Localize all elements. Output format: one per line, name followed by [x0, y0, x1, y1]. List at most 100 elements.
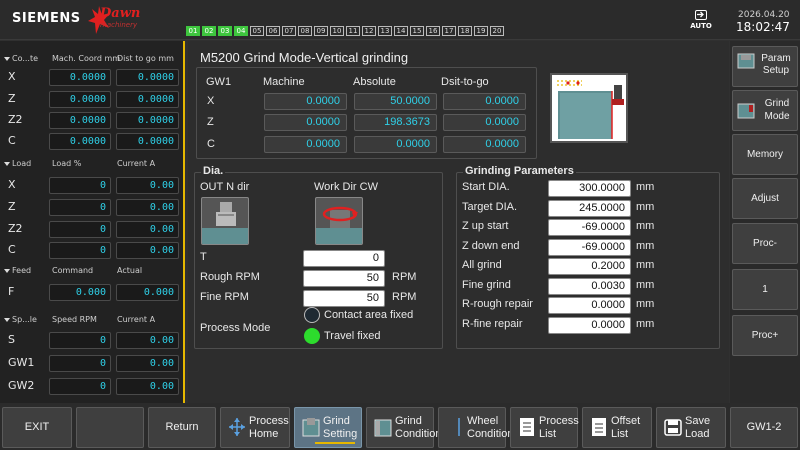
pos-dtg-value: 0.0000: [443, 136, 526, 153]
pos-machine-value: 0.0000: [264, 93, 347, 110]
logo-sub: machinery: [100, 21, 138, 29]
param-setup-button[interactable]: Param Setup: [732, 46, 798, 87]
grind-param-input[interactable]: 245.0000: [548, 199, 631, 217]
pos-absolute-value: 50.0000: [354, 93, 437, 110]
save-load-button[interactable]: Save Load: [656, 407, 726, 448]
exit-button[interactable]: EXIT: [2, 407, 72, 448]
return-button[interactable]: Return: [148, 407, 216, 448]
channel-indicator: 20: [490, 26, 504, 36]
t-input[interactable]: 0: [303, 250, 385, 267]
channel-indicator: 10: [330, 26, 344, 36]
grind-param-unit: mm: [636, 317, 655, 330]
save-icon: [664, 419, 682, 436]
coord-axis-label: C: [8, 134, 16, 147]
contact-area-radio[interactable]: [304, 307, 320, 323]
spindle-group-title[interactable]: Sp...le: [4, 315, 37, 324]
proc-next-button[interactable]: Proc+: [732, 315, 798, 356]
work-dir-button[interactable]: [315, 197, 363, 245]
fine-rpm-unit: RPM: [392, 291, 417, 303]
pos-axis-label: X: [207, 95, 215, 107]
exit-label: EXIT: [24, 421, 50, 433]
grind-param-unit: mm: [636, 239, 655, 252]
feed-value: 0.000: [116, 284, 179, 301]
fine-rpm-input[interactable]: 50: [303, 290, 385, 307]
siemens-logo: SIEMENS: [12, 11, 81, 26]
grind-condition-label: Grind Condition: [395, 415, 442, 440]
grind-mode-button[interactable]: Grind Mode: [732, 90, 798, 131]
load-value: 0.00: [116, 177, 179, 194]
grind-param-input[interactable]: 0.0030: [548, 277, 631, 295]
gw-toggle-button[interactable]: GW1-2: [730, 407, 798, 448]
memory-button[interactable]: Memory: [732, 134, 798, 175]
grind-param-unit: mm: [636, 200, 655, 213]
grind-param-label: Z down end: [462, 239, 520, 252]
pos-col-dtg: Dsit-to-go: [441, 76, 489, 88]
grind-param-unit: mm: [636, 278, 655, 291]
adjust-button[interactable]: Adjust: [732, 178, 798, 219]
channel-indicator: 04: [234, 26, 248, 36]
process-list-button[interactable]: Process List: [510, 407, 579, 448]
load-value: 0.00: [116, 242, 179, 259]
coord-value: 0.0000: [49, 112, 111, 129]
pos-axis-label: C: [207, 138, 215, 150]
grind-param-input[interactable]: 0.0000: [548, 316, 631, 334]
spindle-value: 0: [49, 332, 111, 349]
offset-list-button[interactable]: Offset List: [582, 407, 652, 448]
param-setup-label: Param Setup: [761, 53, 791, 76]
grind-param-input[interactable]: 300.0000: [548, 180, 631, 197]
channel-indicator: 05: [250, 26, 264, 36]
pos-absolute-value: 0.0000: [354, 136, 437, 153]
channel-indicator: 12: [362, 26, 376, 36]
grind-setting-button[interactable]: Grind Setting: [294, 407, 362, 448]
rotate-cw-icon: [316, 206, 362, 244]
t-label: T: [200, 251, 207, 263]
feed-group-title[interactable]: Feed: [4, 266, 31, 275]
coord-group-title[interactable]: Co...te: [4, 54, 38, 63]
channel-indicator: 01: [186, 26, 200, 36]
out-dir-button[interactable]: [201, 197, 249, 245]
coord-value: 0.0000: [116, 112, 179, 129]
header-bar: SIEMENS Dawn machinery 01 02 03 04 05 06 07 08 0…: [0, 0, 800, 40]
load-axis-label: Z2: [8, 222, 23, 235]
contact-area-label[interactable]: Contact area fixed: [324, 309, 413, 321]
load-value: 0: [49, 221, 111, 238]
status-panel: Co...te Mach. Coord mm Dist to go mm X 0…: [0, 41, 185, 403]
time: 18:02:47: [736, 20, 790, 34]
auto-mode-icon: [695, 10, 707, 20]
spindle-value: 0: [49, 355, 111, 372]
process-home-button[interactable]: Process Home: [220, 407, 290, 448]
load-axis-label: Z: [8, 200, 16, 213]
travel-fixed-label[interactable]: Travel fixed: [324, 330, 380, 342]
list-icon: [520, 418, 534, 436]
coord-axis-label: Z2: [8, 113, 23, 126]
horizontal-softkeys: EXIT Return Process Home Grind Setting Gri…: [0, 403, 800, 450]
load-value: 0: [49, 177, 111, 194]
load-value: 0: [49, 242, 111, 259]
offset-list-icon: [592, 418, 606, 436]
channel-indicator: 03: [218, 26, 232, 36]
grind-param-unit: mm: [636, 220, 655, 232]
grind-param-input[interactable]: 0.2000: [548, 258, 631, 275]
wheel-condition-button[interactable]: Wheel Condition: [438, 407, 513, 448]
rough-rpm-label: Rough RPM: [200, 271, 260, 283]
coord-col-mach: Mach. Coord mm: [52, 54, 121, 63]
proc-prev-button[interactable]: Proc-: [732, 223, 798, 264]
travel-fixed-radio[interactable]: [304, 328, 320, 344]
load-col-pct: Load %: [52, 159, 82, 168]
grind-condition-button[interactable]: Grind Condition: [366, 407, 441, 448]
load-group-title[interactable]: Load: [4, 159, 31, 168]
grind-param-input[interactable]: -69.0000: [548, 219, 631, 236]
proc-number[interactable]: 1: [732, 269, 798, 310]
grind-param-input[interactable]: 0.0000: [548, 297, 631, 314]
grind-param-input[interactable]: -69.0000: [548, 238, 631, 256]
feed-col-act: Actual: [117, 266, 143, 275]
empty-softkey[interactable]: [76, 407, 144, 448]
offset-list-label: Offset List: [611, 415, 641, 440]
channel-indicator: 19: [474, 26, 488, 36]
rough-rpm-input[interactable]: 50: [303, 270, 385, 287]
channel-indicator: 07: [282, 26, 296, 36]
pos-dtg-value: 0.0000: [443, 114, 526, 131]
spindle-col-speed: Speed RPM: [52, 315, 97, 324]
channel-indicator: 16: [426, 26, 440, 36]
grinding-params-title: Grinding Parameters: [463, 165, 576, 177]
